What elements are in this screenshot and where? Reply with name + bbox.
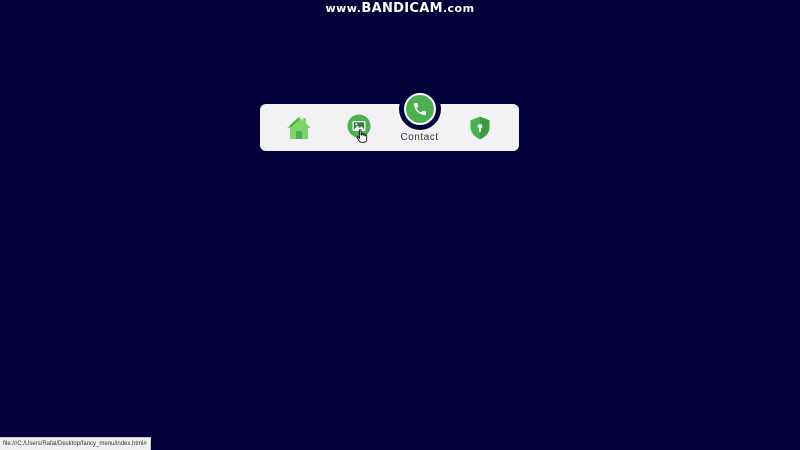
contact-label: Contact xyxy=(400,132,439,143)
image-icon xyxy=(347,114,371,138)
menu-item-security[interactable] xyxy=(450,104,510,151)
contact-icon-circle xyxy=(403,93,436,125)
watermark-prefix: www. xyxy=(325,2,362,15)
menu-item-gallery[interactable] xyxy=(329,104,389,151)
phone-icon xyxy=(413,103,426,115)
page: www.BANDICAM.com Contact file:///C:/User… xyxy=(0,0,800,450)
menu-item-contact[interactable]: Contact xyxy=(389,88,450,151)
home-icon xyxy=(287,117,311,139)
menu-item-home[interactable] xyxy=(269,104,329,151)
fancy-menu: Contact xyxy=(260,88,519,151)
watermark-suffix: .com xyxy=(442,2,475,15)
contact-active-bubble xyxy=(398,88,441,130)
shield-lock-icon xyxy=(470,116,490,140)
browser-status-bar: file:///C:/Users/Rafal/Desktop/fancy_men… xyxy=(0,437,151,450)
status-url: file:///C:/Users/Rafal/Desktop/fancy_men… xyxy=(3,441,147,447)
watermark-brand: BANDICAM xyxy=(361,1,443,16)
bandicam-watermark: www.BANDICAM.com xyxy=(0,2,800,16)
